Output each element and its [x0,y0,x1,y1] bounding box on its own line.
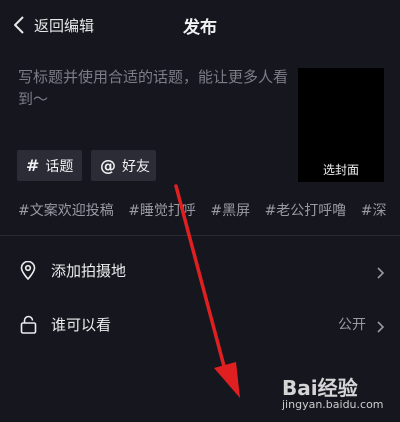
watermark-logo: Bai经验 [282,376,358,400]
annotation-arrow [174,184,240,398]
watermark-url: jingyan.baidu.com [282,398,384,411]
baidu-jingyan-watermark: Bai经验 jingyan.baidu.com [282,372,394,416]
